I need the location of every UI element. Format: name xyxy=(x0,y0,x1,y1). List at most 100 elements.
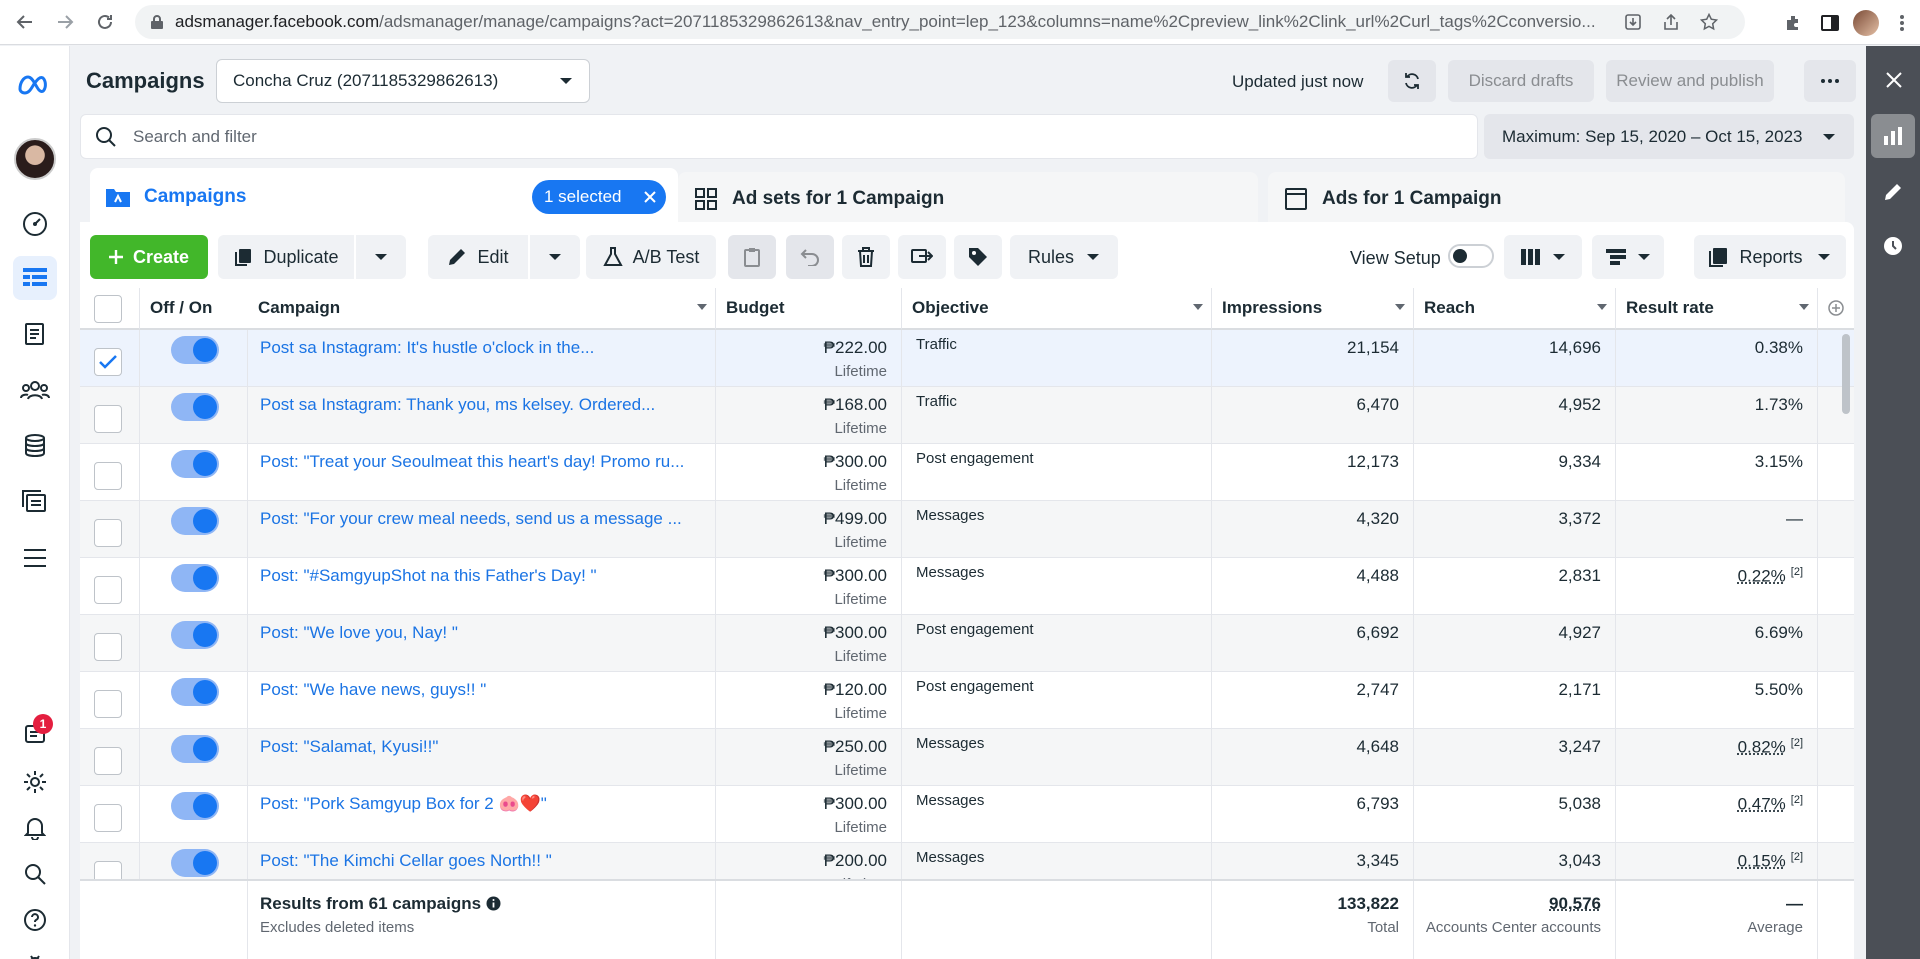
result-rate-number[interactable]: 0.47% xyxy=(1738,795,1786,814)
row-checkbox[interactable] xyxy=(94,747,122,775)
campaign-name-link[interactable]: Post: "For your crew meal needs, send us… xyxy=(260,509,700,529)
campaign-on-toggle[interactable] xyxy=(171,735,219,763)
billing-icon[interactable] xyxy=(13,424,57,468)
create-button[interactable]: Create xyxy=(90,235,208,279)
table-row[interactable]: Post: "#SamgyupShot na this Father's Day… xyxy=(80,558,1854,615)
profile-avatar[interactable] xyxy=(1848,5,1884,41)
edit-pencil-icon[interactable] xyxy=(1871,170,1915,214)
row-checkbox[interactable] xyxy=(94,405,122,433)
row-checkbox[interactable] xyxy=(94,804,122,832)
table-row[interactable]: Post: "We love you, Nay! " ₱300.00 Lifetim… xyxy=(80,615,1854,672)
row-checkbox[interactable] xyxy=(94,633,122,661)
campaign-name-link[interactable]: Post: "Pork Samgyup Box for 2 🐽❤️" xyxy=(260,794,700,814)
charts-icon[interactable] xyxy=(1871,114,1915,158)
review-publish-button[interactable]: Review and publish xyxy=(1606,60,1774,102)
budget-amount[interactable]: ₱499.00 xyxy=(824,509,887,529)
column-header-budget[interactable]: Budget xyxy=(716,288,902,330)
selected-count-pill[interactable]: 1 selected xyxy=(532,180,666,214)
reports-button[interactable]: Reports xyxy=(1694,235,1846,279)
budget-amount[interactable]: ₱300.00 xyxy=(824,566,887,586)
search-icon[interactable] xyxy=(13,852,57,896)
campaign-on-toggle[interactable] xyxy=(171,336,219,364)
row-checkbox[interactable] xyxy=(94,462,122,490)
search-filter-input[interactable]: Search and filter xyxy=(80,114,1478,159)
reload-icon[interactable] xyxy=(90,7,120,37)
clipboard-button[interactable] xyxy=(728,235,776,279)
campaign-name-link[interactable]: Post: "We love you, Nay! " xyxy=(260,623,700,643)
budget-amount[interactable]: ₱222.00 xyxy=(824,338,887,358)
notifications-icon[interactable]: 1 xyxy=(13,712,57,756)
budget-amount[interactable]: ₱168.00 xyxy=(824,395,887,415)
campaign-on-toggle[interactable] xyxy=(171,450,219,478)
tab-ads[interactable]: Ads for 1 Campaign xyxy=(1268,172,1845,226)
table-row[interactable]: Post: "Salamat, Kyusi!!" ₱250.00 Lifetime M… xyxy=(80,729,1854,786)
duplicate-button[interactable]: Duplicate xyxy=(218,235,354,279)
share-icon[interactable] xyxy=(1656,7,1686,37)
select-all-checkbox[interactable] xyxy=(94,295,122,323)
campaign-on-toggle[interactable] xyxy=(171,678,219,706)
side-panel-icon[interactable] xyxy=(1812,5,1848,41)
tab-ad-sets[interactable]: Ad sets for 1 Campaign xyxy=(678,172,1258,226)
back-icon[interactable] xyxy=(10,7,40,37)
result-rate-number[interactable]: 0.22% xyxy=(1738,567,1786,586)
table-row[interactable]: Post sa Instagram: It's hustle o'clock i… xyxy=(80,330,1854,387)
rules-button[interactable]: Rules xyxy=(1010,235,1118,279)
budget-amount[interactable]: ₱300.00 xyxy=(824,623,887,643)
ab-test-button[interactable]: A/B Test xyxy=(586,235,716,279)
campaign-name-link[interactable]: Post: "#SamgyupShot na this Father's Day… xyxy=(260,566,700,586)
campaign-on-toggle[interactable] xyxy=(171,849,219,877)
row-checkbox[interactable] xyxy=(94,690,122,718)
campaign-name-link[interactable]: Post: "We have news, guys!! " xyxy=(260,680,700,700)
address-bar[interactable]: adsmanager.facebook.com/adsmanager/manag… xyxy=(135,5,1745,39)
forward-icon[interactable] xyxy=(50,7,80,37)
bell-icon[interactable] xyxy=(13,806,57,850)
install-icon[interactable] xyxy=(1618,7,1648,37)
result-rate-number[interactable]: 0.15% xyxy=(1738,852,1786,871)
table-row[interactable]: Post sa Instagram: Thank you, ms kelsey.… xyxy=(80,387,1854,444)
edit-dropdown[interactable] xyxy=(530,235,580,279)
table-row[interactable]: Post: "For your crew meal needs, send us… xyxy=(80,501,1854,558)
result-rate-number[interactable]: 0.82% xyxy=(1738,738,1786,757)
settings-icon[interactable] xyxy=(13,760,57,804)
media-library-icon[interactable] xyxy=(13,480,57,524)
budget-amount[interactable]: ₱120.00 xyxy=(824,680,887,700)
budget-amount[interactable]: ₱250.00 xyxy=(824,737,887,757)
campaign-name-link[interactable]: Post: "Salamat, Kyusi!!" xyxy=(260,737,700,757)
account-selector[interactable]: Concha Cruz (2071185329862613) xyxy=(216,59,590,103)
clear-selection-icon[interactable] xyxy=(644,191,656,203)
budget-amount[interactable]: ₱200.00 xyxy=(824,851,887,871)
footer-reach-total[interactable]: 90,576 xyxy=(1549,894,1601,914)
discard-drafts-button[interactable]: Discard drafts xyxy=(1448,60,1594,102)
kebab-menu-icon[interactable] xyxy=(1884,5,1920,41)
audiences-icon[interactable] xyxy=(13,368,57,412)
column-header-reach[interactable]: Reach xyxy=(1414,288,1616,330)
date-range-picker[interactable]: Maximum: Sep 15, 2020 – Oct 15, 2023 xyxy=(1484,114,1854,159)
budget-amount[interactable]: ₱300.00 xyxy=(824,452,887,472)
row-checkbox[interactable] xyxy=(94,519,122,547)
row-checkbox[interactable] xyxy=(94,576,122,604)
table-scrollbar[interactable] xyxy=(1842,334,1850,414)
table-row[interactable]: Post: "Pork Samgyup Box for 2 🐽❤️" ₱300.0… xyxy=(80,786,1854,843)
view-setup-toggle[interactable] xyxy=(1448,244,1494,268)
help-icon[interactable] xyxy=(13,898,57,942)
undo-button[interactable] xyxy=(786,235,834,279)
column-header-objective[interactable]: Objective xyxy=(902,288,1212,330)
tag-button[interactable] xyxy=(954,235,1002,279)
delete-button[interactable] xyxy=(842,235,890,279)
budget-amount[interactable]: ₱300.00 xyxy=(824,794,887,814)
campaign-on-toggle[interactable] xyxy=(171,507,219,535)
close-icon[interactable] xyxy=(1880,66,1908,94)
campaign-name-link[interactable]: Post: "Treat your Seoulmeat this heart's… xyxy=(260,452,700,472)
dashboard-icon[interactable] xyxy=(13,202,57,246)
table-row[interactable]: Post: "We have news, guys!! " ₱120.00 Life… xyxy=(80,672,1854,729)
pages-icon[interactable] xyxy=(13,312,57,356)
row-checkbox[interactable] xyxy=(94,348,122,376)
campaign-on-toggle[interactable] xyxy=(171,564,219,592)
campaign-name-link[interactable]: Post: "The Kimchi Cellar goes North!! " xyxy=(260,851,700,871)
history-clock-icon[interactable] xyxy=(1871,224,1915,268)
account-avatar[interactable] xyxy=(14,138,56,180)
column-header-campaign[interactable]: Campaign xyxy=(248,288,716,330)
refresh-button[interactable] xyxy=(1388,60,1436,102)
add-column-button[interactable] xyxy=(1818,288,1854,330)
breakdown-button[interactable] xyxy=(1592,235,1664,279)
